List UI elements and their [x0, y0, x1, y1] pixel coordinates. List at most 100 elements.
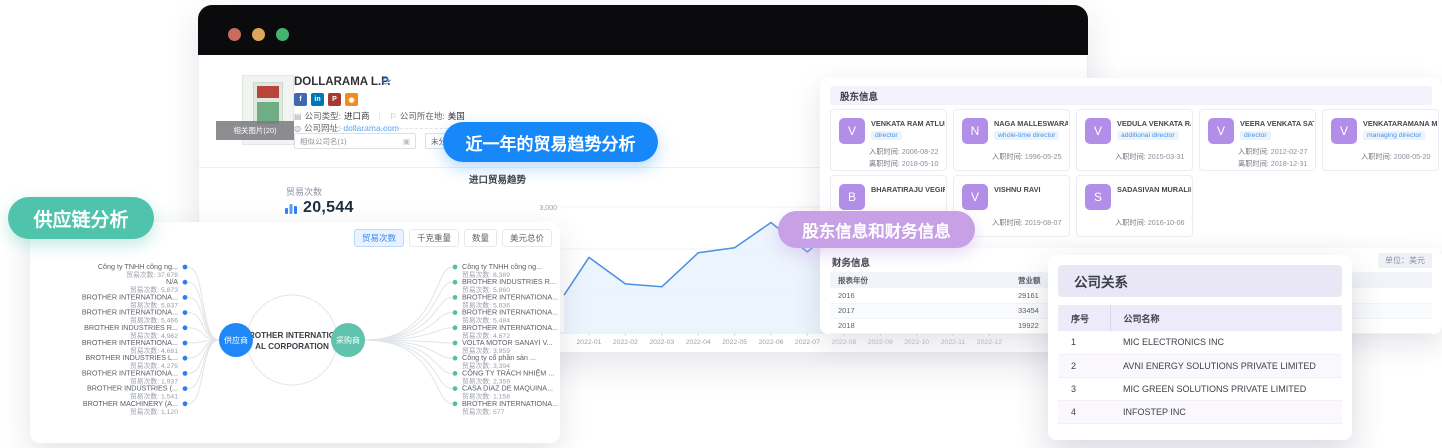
buyer-name: BROTHER INDUSTRIES R... — [462, 277, 556, 286]
shareholder-role-badge: managing director — [1363, 131, 1426, 140]
supplier-node[interactable] — [182, 401, 188, 407]
table-cell: 2018 — [830, 318, 1010, 334]
linkedin-icon[interactable]: in — [311, 93, 324, 106]
supplier-trade-count: 贸易次数: 1,120 — [130, 407, 178, 416]
shareholder-name: VEERA VENKATA SATYA... — [1240, 119, 1314, 128]
table-row[interactable]: 2 AVNI ENERGY SOLUTIONS PRIVATE LIMITED — [1058, 354, 1342, 378]
window-minimize-dot[interactable] — [252, 28, 265, 41]
buyer-node[interactable] — [452, 279, 458, 285]
shareholder-avatar: B — [839, 184, 865, 210]
copy-icon[interactable]: ▣ — [403, 137, 410, 146]
table-cell: 3 — [1058, 377, 1110, 401]
supplier-node[interactable] — [182, 355, 188, 361]
buyer-name: CASA DIAZ DE MAQUINA... — [462, 384, 553, 393]
buyer-node[interactable] — [452, 310, 458, 315]
shareholder-avatar: V — [839, 118, 865, 144]
buyer-node[interactable] — [452, 386, 458, 391]
supplier-node[interactable] — [182, 371, 188, 376]
supplier-name: BROTHER INDUSTRIES (... — [87, 384, 178, 393]
left-date: 离职时间: 2018-12-31 — [1238, 159, 1308, 168]
shareholder-name: VENKATARAMANA MAG... — [1363, 119, 1437, 128]
buyer-node[interactable] — [452, 355, 458, 361]
shareholder-card[interactable]: N NAGA MALLESWARA R... whole-time director… — [953, 109, 1070, 171]
supplier-node[interactable] — [182, 264, 188, 270]
supplier-node[interactable] — [182, 310, 188, 315]
company-location-label: 公司所在地: — [399, 111, 445, 121]
trade-trend-pill: 近一年的贸易趋势分析 — [443, 122, 658, 162]
shareholder-card[interactable]: V VENKATARAMANA MAG... managing director 入职… — [1322, 109, 1439, 171]
shareholder-avatar: N — [962, 118, 988, 144]
supply-chain-network-diagram[interactable]: BROTHER INTERNATION AL CORPORATION 供应商 采购商 C… — [30, 222, 560, 443]
window-close-dot[interactable] — [228, 28, 241, 41]
center-company-node[interactable] — [246, 294, 338, 386]
buyer-name: Công ty cổ phần sản ... — [462, 353, 536, 362]
supplier-node[interactable] — [182, 325, 188, 331]
joined-date: 入职时间: 2008-05-20 — [1361, 152, 1431, 161]
supplier-name: BROTHER INTERNATIONA... — [82, 368, 178, 377]
table-cell: AVNI ENERGY SOLUTIONS PRIVATE LIMITED — [1110, 354, 1342, 378]
x-axis-tick-label: 2022-11 — [941, 339, 966, 346]
x-axis-tick-label: 2022-09 — [868, 339, 893, 346]
supplier-name: BROTHER MACHINERY (A... — [83, 399, 178, 408]
bar-chart-icon — [285, 204, 297, 214]
pinterest-icon[interactable]: P — [328, 93, 341, 106]
buyer-node[interactable] — [452, 295, 458, 300]
shareholder-card[interactable]: S SADASIVAN MURALIKR... 入职时间: 2016-10-06 — [1076, 175, 1193, 237]
table-row[interactable]: 3 MIC GREEN SOLUTIONS PRIVATE LIMITED — [1058, 377, 1342, 401]
shareholder-role-badge: whole-time director — [994, 131, 1060, 140]
company-type-label: 公司类型: — [304, 111, 341, 121]
joined-date: 入职时间: 1996-05-25 — [992, 152, 1062, 161]
buyer-node[interactable] — [452, 264, 458, 270]
shareholder-avatar: V — [962, 184, 988, 210]
center-company-name-line2: AL CORPORATION — [255, 342, 329, 351]
x-axis-tick-label: 2022-04 — [686, 339, 711, 346]
screenshot-canvas: 相关图片(20) DOLLARAMA L.P. ⟳ f in P ◉ ▤ 公司类… — [0, 0, 1442, 448]
supplier-name: BROTHER INTERNATIONA... — [82, 292, 178, 301]
buyer-hub-label: 采购商 — [336, 335, 360, 345]
rss-icon[interactable]: ◉ — [345, 93, 358, 106]
supplier-node[interactable] — [182, 386, 188, 391]
table-cell: 4 — [1058, 400, 1110, 424]
left-date: 离职时间: 2018-05-10 — [869, 159, 939, 168]
shareholder-finance-pill: 股东信息和财务信息 — [778, 211, 975, 248]
location-icon: ⚐ — [389, 111, 397, 121]
x-axis-tick-label: 2022-08 — [831, 339, 856, 346]
supplier-name: BROTHER INTERNATIONA... — [82, 338, 178, 347]
table-cell: 2 — [1058, 354, 1110, 378]
shareholder-name: VENKATA RAM ATLURI — [871, 119, 945, 128]
similar-company-input-value: 相似公司名(1) — [300, 136, 347, 146]
relations-table: 序号 公司名称 1 MIC ELECTRONICS INC 2 AVNI ENERGY … — [1058, 305, 1342, 424]
divider: | — [378, 111, 381, 121]
company-type-value: 进口商 — [343, 111, 370, 121]
supplier-node[interactable] — [182, 340, 188, 346]
buyer-node[interactable] — [452, 325, 458, 331]
buyer-node[interactable] — [452, 401, 458, 407]
shareholder-name: SADASIVAN MURALIKR... — [1117, 185, 1191, 194]
shareholder-name: VISHNU RAVI — [994, 185, 1041, 194]
supplier-node[interactable] — [182, 279, 188, 285]
table-row[interactable]: 4 INFOSTEP INC — [1058, 400, 1342, 424]
supplier-name: N/A — [166, 277, 178, 286]
shareholder-role-badge: additional director — [1117, 131, 1179, 140]
facebook-icon[interactable]: f — [294, 93, 307, 106]
table-cell: 2016 — [830, 288, 1010, 304]
refresh-icon[interactable]: ⟳ — [382, 75, 391, 88]
buyer-node[interactable] — [452, 340, 458, 346]
related-images-caption[interactable]: 相关图片(20) — [216, 121, 294, 140]
x-axis-tick-label: 2022-02 — [613, 339, 638, 346]
buyer-node[interactable] — [452, 371, 458, 376]
similar-company-input[interactable]: 相似公司名(1) ▣ — [294, 133, 416, 149]
shareholder-avatar: V — [1085, 118, 1111, 144]
supply-chain-panel: 贸易次数 千克重量 数量 美元总价 BROTHER INTERNATION AL COR… — [30, 222, 560, 443]
shareholder-card[interactable]: V VEDULA VENKATA RAM... additional directo… — [1076, 109, 1193, 171]
joined-date: 入职时间: 2016-10-06 — [1115, 218, 1185, 227]
joined-date: 入职时间: 2006-08-22 — [869, 147, 939, 156]
shareholder-card[interactable]: V VEERA VENKATA SATYA... director 入职时间: 201… — [1199, 109, 1316, 171]
window-maximize-dot[interactable] — [276, 28, 289, 41]
shareholder-card[interactable]: V VENKATA RAM ATLURI director 入职时间: 2006-08… — [830, 109, 947, 171]
x-axis-tick-label: 2022-10 — [904, 339, 929, 346]
table-row[interactable]: 1 MIC ELECTRONICS INC — [1058, 331, 1342, 355]
supplier-node[interactable] — [182, 295, 188, 300]
supply-chain-pill: 供应链分析 — [8, 197, 154, 239]
buyer-name: BROTHER INTERNATIONA... — [462, 292, 558, 301]
